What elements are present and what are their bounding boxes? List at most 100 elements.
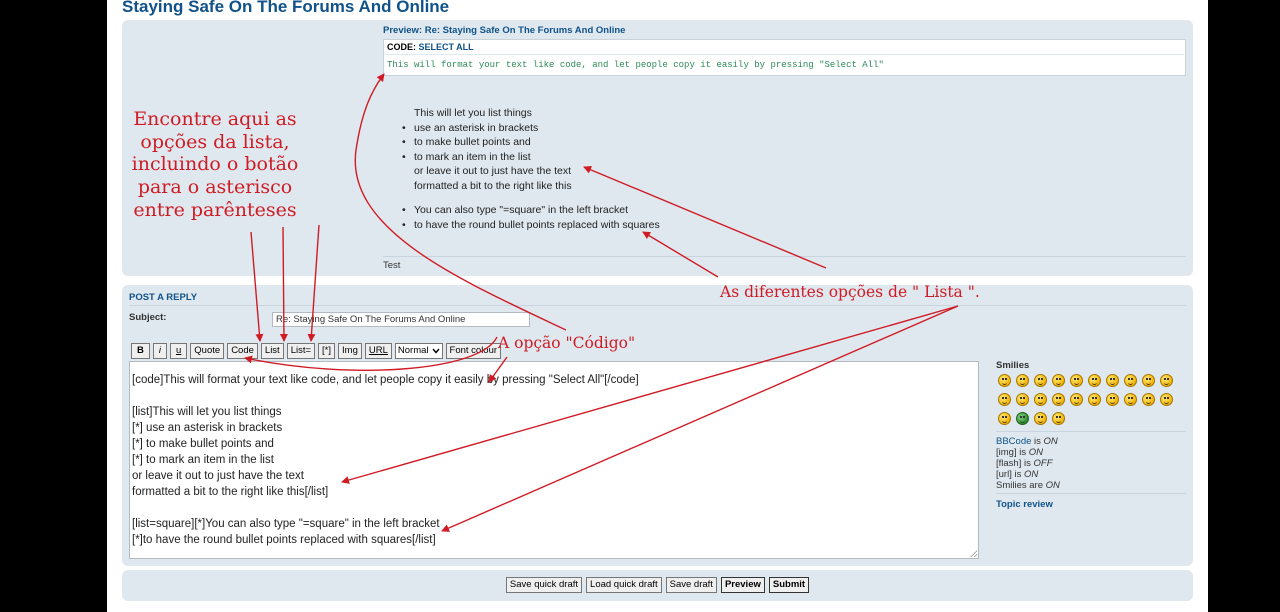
smiley-icon[interactable]: [1052, 374, 1065, 387]
message-line: or leave it out to just have the text: [132, 470, 304, 482]
url-state: ON: [1023, 469, 1039, 480]
post-reply-divider: [129, 305, 1186, 306]
annotation-line: incluindo o botão: [131, 153, 299, 176]
img-status: [img] is ON: [996, 447, 1043, 458]
font-size-select[interactable]: Normal: [394, 343, 443, 359]
quote-button[interactable]: Quote: [190, 343, 225, 359]
smiley-icon[interactable]: [1052, 412, 1065, 425]
smiley-icon[interactable]: [998, 374, 1011, 387]
message-line: [*]to have the round bullet points repla…: [132, 534, 436, 546]
subject-input[interactable]: [272, 312, 530, 327]
annotation-line: opções da lista,: [140, 130, 290, 153]
preview-list-item: You can also type "=square" in the left …: [399, 203, 749, 218]
subject-label: Subject:: [129, 312, 167, 323]
annotation-code-option: A opção "Código": [498, 334, 636, 352]
preview-list-item: or leave it out to just have the text: [414, 165, 572, 177]
img-status-label: [img] is: [996, 447, 1027, 458]
smiley-icon[interactable]: [998, 393, 1011, 406]
submit-button[interactable]: Submit: [768, 577, 810, 593]
smiley-icon[interactable]: [1142, 393, 1155, 406]
preview-list-item: to mark an item in the list: [399, 150, 699, 165]
annotation-line: entre parênteses: [133, 198, 297, 221]
select-all-link[interactable]: SELECT ALL: [419, 42, 474, 52]
message-line: [list]This will let you list things: [132, 406, 282, 418]
smiley-icon[interactable]: [1106, 393, 1119, 406]
preview-square-list: You can also type "=square" in the left …: [399, 203, 749, 232]
smiley-icon[interactable]: [1034, 374, 1047, 387]
smiley-icon[interactable]: [1070, 374, 1083, 387]
preview-list-item: to have the round bullet points replaced…: [399, 218, 749, 233]
smiley-icon[interactable]: [1124, 374, 1137, 387]
smilies-status: Smilies are ON: [996, 480, 1060, 491]
img-state: ON: [1028, 447, 1043, 458]
smiley-icon[interactable]: [1034, 412, 1047, 425]
url-button[interactable]: URL: [364, 343, 392, 359]
load-quick-draft-button[interactable]: Load quick draft: [586, 577, 662, 593]
reply-panel: POST A REPLY Subject: B i u Quote Code L…: [122, 285, 1193, 566]
flash-status-label: [flash] is: [996, 458, 1031, 469]
smiley-icon[interactable]: [1124, 393, 1137, 406]
smiley-icon[interactable]: [1034, 393, 1047, 406]
message-line: [*] use an asterisk in brackets: [132, 422, 283, 434]
font-colour-button[interactable]: Font colour: [445, 343, 502, 359]
sidebar-divider-2: [996, 493, 1186, 494]
resize-handle-icon[interactable]: [970, 550, 977, 557]
preview-list-item: to make bullet points and: [399, 135, 699, 150]
smilies-status-label: Smilies are: [996, 480, 1043, 491]
preview-heading[interactable]: Preview: Re: Staying Safe On The Forums …: [383, 25, 625, 36]
code-divider: [385, 54, 1184, 55]
smiley-icon[interactable]: [1088, 393, 1101, 406]
message-line: [*] to make bullet points and: [132, 438, 274, 450]
img-button[interactable]: Img: [338, 343, 362, 359]
preview-button[interactable]: Preview: [720, 577, 765, 593]
smiley-icon[interactable]: [1106, 374, 1119, 387]
code-label-text: CODE:: [387, 42, 416, 52]
submit-panel: Save quick draft Load quick draft Save d…: [122, 570, 1193, 601]
italic-button[interactable]: i: [152, 343, 167, 359]
smiley-icon[interactable]: [1016, 412, 1029, 425]
sidebar-divider: [996, 431, 1186, 432]
code-box: CODE: SELECT ALL This will format your t…: [383, 39, 1186, 76]
smiley-icon[interactable]: [1016, 393, 1029, 406]
font-size-value: Normal: [397, 345, 429, 356]
save-draft-button[interactable]: Save draft: [665, 577, 717, 593]
smiley-icon[interactable]: [1070, 393, 1083, 406]
url-status: [url] is ON: [996, 469, 1038, 480]
bold-button[interactable]: B: [131, 343, 150, 359]
save-quick-draft-button[interactable]: Save quick draft: [505, 577, 583, 593]
smilies-heading: Smilies: [996, 360, 1030, 371]
smiley-icon[interactable]: [1016, 374, 1029, 387]
list-item-button[interactable]: [*]: [318, 343, 336, 359]
submit-buttons: Save quick draft Load quick draft Save d…: [122, 577, 1193, 593]
smiley-icon[interactable]: [1160, 374, 1173, 387]
smiley-icon[interactable]: [1052, 393, 1065, 406]
url-status-label: [url] is: [996, 469, 1022, 480]
code-button[interactable]: Code: [227, 343, 258, 359]
smiley-icon[interactable]: [998, 412, 1011, 425]
annotation-line: para o asterisco: [137, 176, 293, 199]
bbcode-state: ON: [1043, 436, 1058, 447]
smiley-icon[interactable]: [1142, 374, 1155, 387]
annotation-line: Encontre aqui as: [133, 108, 297, 130]
smiley-icon[interactable]: [1160, 393, 1173, 406]
message-textarea[interactable]: [code]This will format your text like co…: [129, 361, 979, 559]
ordered-list-button[interactable]: List=: [286, 343, 316, 359]
list-button[interactable]: List: [260, 343, 284, 359]
smilies-state: ON: [1045, 480, 1060, 491]
preview-list-item: formatted a bit to the right like this: [414, 179, 572, 192]
smiley-icon[interactable]: [1088, 374, 1101, 387]
forum-page: Staying Safe On The Forums And Online Pr…: [107, 0, 1208, 612]
code-label: CODE: SELECT ALL: [387, 42, 474, 52]
page-title[interactable]: Staying Safe On The Forums And Online: [122, 0, 449, 17]
flash-status: [flash] is OFF: [996, 458, 1053, 469]
code-text: This will format your text like code, an…: [387, 60, 884, 70]
preview-list-item: This will let you list things: [414, 107, 532, 119]
bbcode-link[interactable]: BBCode: [996, 436, 1031, 447]
bbcode-is-text: is: [1034, 436, 1041, 447]
message-line: [*] to mark an item in the list: [132, 454, 274, 466]
signature: Test: [383, 260, 401, 271]
underline-button[interactable]: u: [170, 343, 188, 359]
preview-list: This will let you list things use an aste…: [399, 106, 699, 193]
topic-review-link[interactable]: Topic review: [996, 499, 1053, 510]
signature-divider: [383, 256, 1186, 257]
